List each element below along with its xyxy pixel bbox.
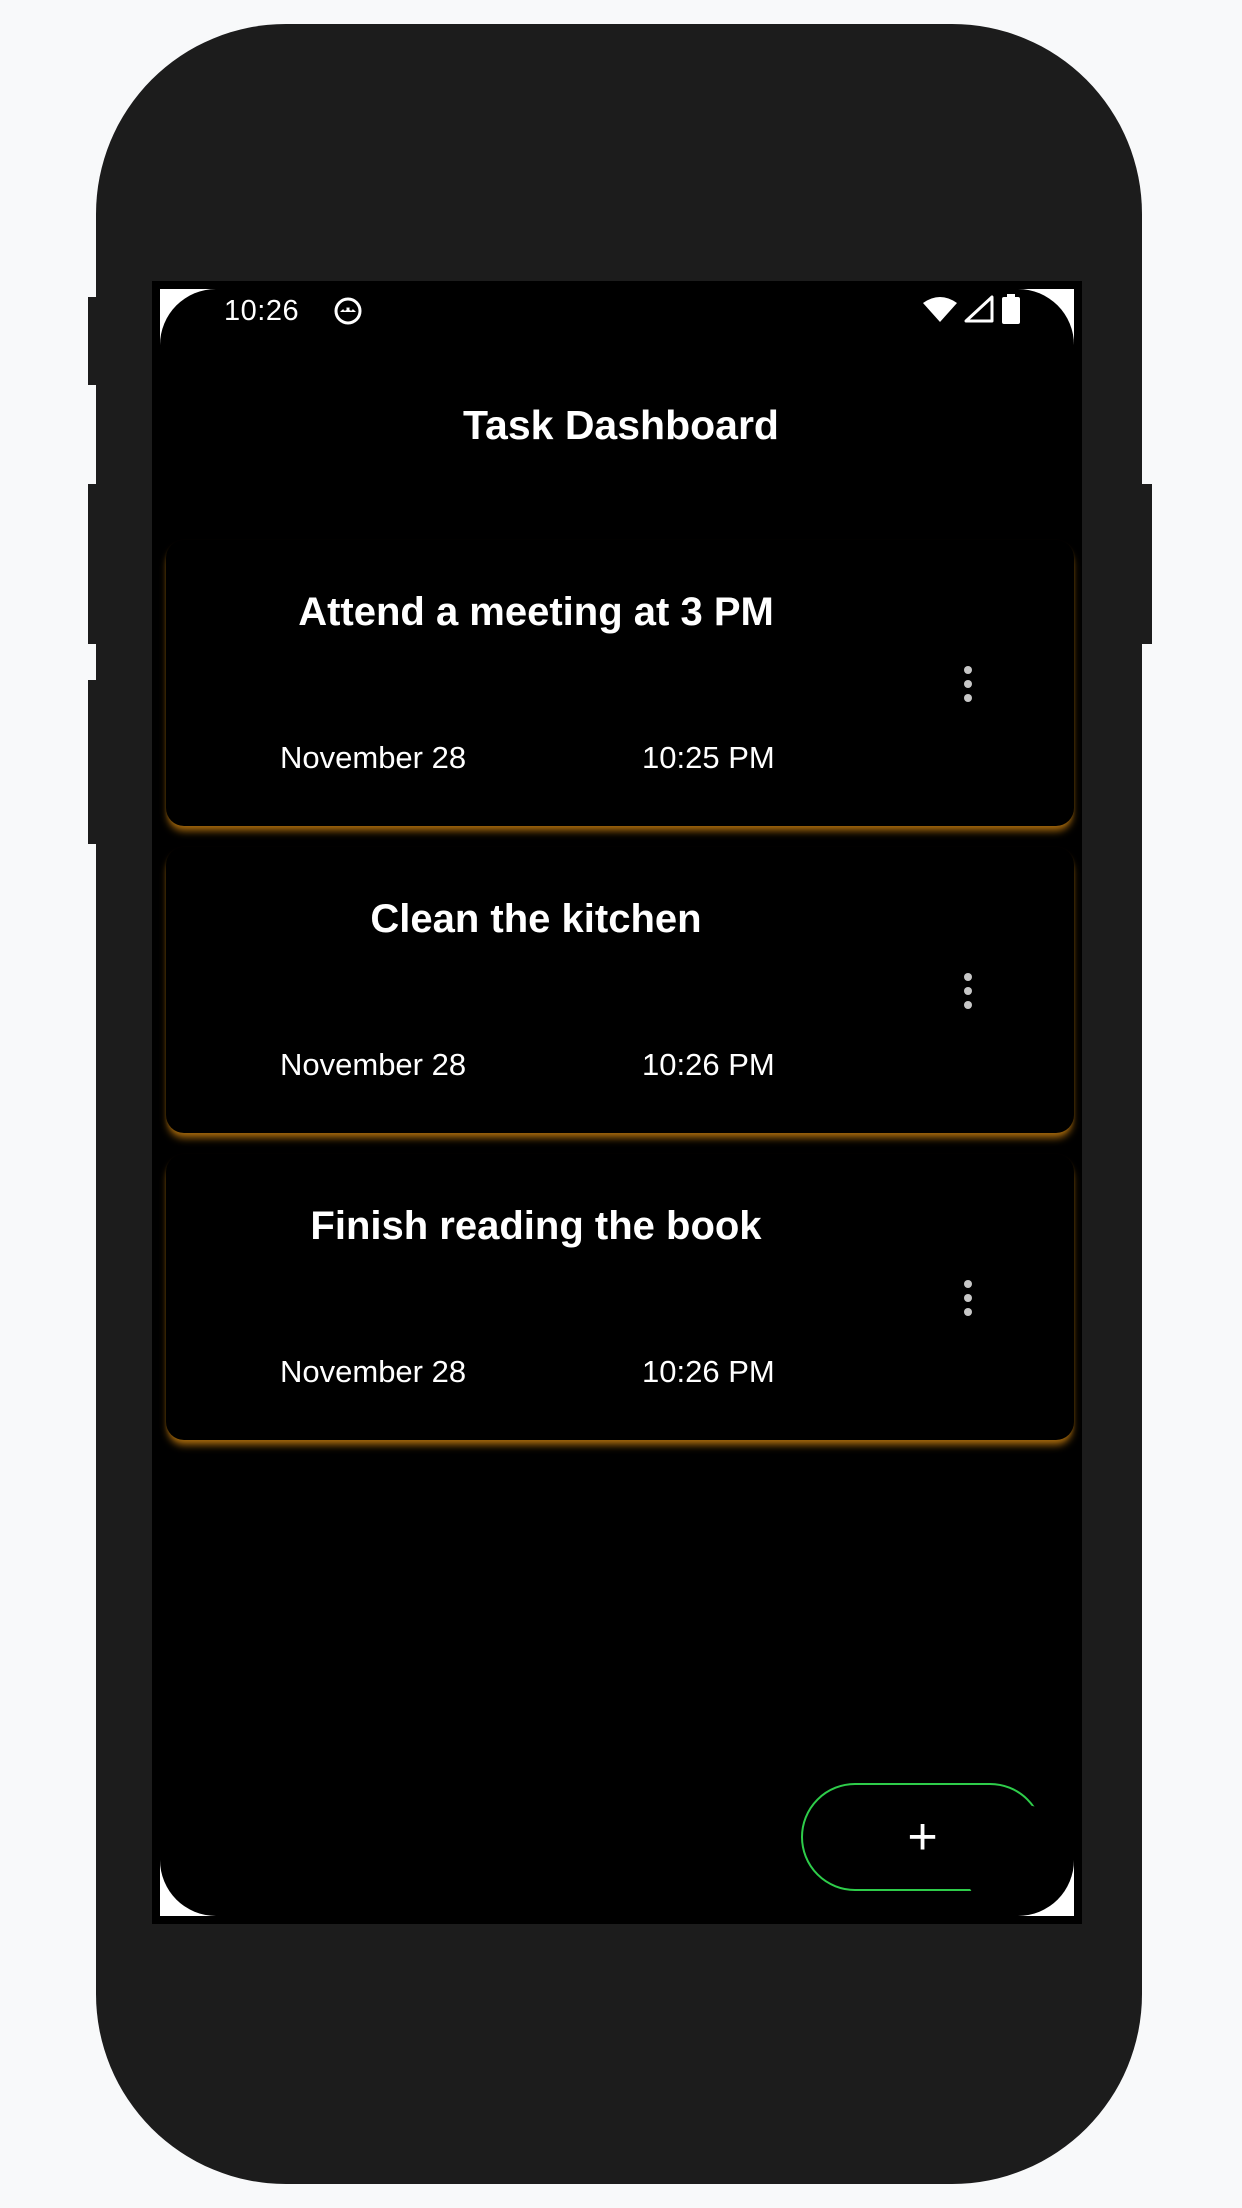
task-title: Attend a meeting at 3 PM (298, 590, 774, 634)
task-date: November 28 (280, 740, 467, 775)
cellular-signal-icon (964, 295, 994, 328)
wifi-icon (922, 295, 958, 328)
more-options-icon[interactable] (948, 1276, 988, 1320)
task-date: November 28 (280, 1354, 467, 1389)
more-options-icon[interactable] (948, 969, 988, 1013)
task-time: 10:26 PM (642, 1047, 775, 1082)
status-time: 10:26 (224, 295, 300, 327)
task-time: 10:25 PM (642, 740, 775, 775)
status-bar: 10:26 (152, 281, 1082, 341)
more-options-icon[interactable] (948, 662, 988, 706)
status-icons (922, 293, 1022, 329)
page-title: Task Dashboard (463, 402, 779, 448)
screen-corner (160, 1804, 272, 1916)
battery-icon (1000, 293, 1022, 329)
power-button (1138, 484, 1152, 644)
task-card[interactable]: Finish reading the book November 28 10:2… (166, 1154, 1074, 1440)
task-card[interactable]: Clean the kitchen November 28 10:26 PM (166, 847, 1074, 1133)
task-title: Finish reading the book (310, 1204, 762, 1248)
volume-down-button (88, 484, 100, 644)
task-date: November 28 (280, 1047, 467, 1082)
volume-up-button (88, 297, 100, 385)
screen-corner (962, 1804, 1074, 1916)
task-list: Attend a meeting at 3 PM November 28 10:… (166, 540, 1074, 1461)
side-key-button (88, 680, 100, 844)
task-title: Clean the kitchen (370, 897, 702, 941)
android-debug-icon (332, 295, 364, 327)
task-time: 10:26 PM (642, 1354, 775, 1389)
task-card[interactable]: Attend a meeting at 3 PM November 28 10:… (166, 540, 1074, 826)
